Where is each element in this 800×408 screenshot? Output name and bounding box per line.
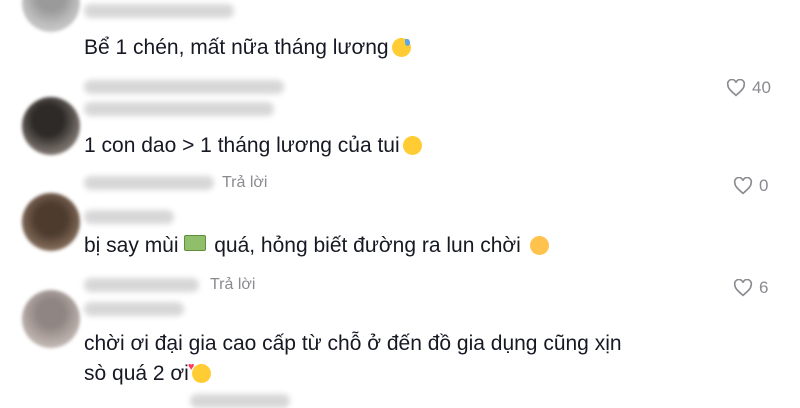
like-button[interactable]: 0 — [733, 176, 768, 196]
reply-button[interactable]: Trả lời — [210, 276, 255, 294]
reply-button[interactable]: Trả lời — [222, 174, 267, 192]
like-count: 6 — [759, 278, 769, 297]
comment-text: bị say mùi quá, hỏng biết đường ra lun c… — [84, 232, 549, 260]
username-blurred[interactable] — [84, 4, 234, 18]
username-blurred[interactable] — [84, 102, 274, 116]
comment-text-before: bị say mùi — [84, 234, 179, 257]
heart-icon — [733, 279, 753, 297]
comment-text-content: quá, hỏng biết đường ra lun chời — [214, 234, 521, 257]
like-button[interactable]: 40 — [726, 78, 771, 98]
pleading-face-emoji — [402, 136, 422, 155]
avatar[interactable] — [22, 97, 80, 155]
comment-text-content: Bể 1 chén, mất nữa tháng lương — [84, 36, 389, 59]
username-blurred[interactable] — [84, 302, 184, 316]
timestamp-blurred — [190, 394, 290, 408]
heart-icon — [726, 79, 746, 97]
money-emoji — [184, 235, 207, 251]
sweat-smile-emoji — [391, 38, 411, 57]
like-count: 40 — [752, 78, 771, 97]
username-blurred[interactable] — [84, 210, 174, 224]
avatar[interactable] — [22, 193, 80, 251]
comment-text: 1 con dao > 1 tháng lương của tui — [84, 132, 422, 160]
flushed-face-emoji — [529, 236, 549, 255]
comment-text-line2: sò quá 2 ơi — [84, 358, 211, 388]
comment-text-line1: chời ơi đại gia cao cấp từ chỗ ở đến đồ … — [84, 332, 622, 355]
comment-text: Bể 1 chén, mất nữa tháng lương — [84, 34, 411, 62]
comment-text-content: sò quá 2 ơi — [84, 362, 189, 385]
timestamp-blurred — [84, 176, 214, 190]
avatar[interactable] — [22, 0, 80, 32]
comment-text-content: 1 con dao > 1 tháng lương của tui — [84, 134, 400, 157]
timestamp-blurred — [84, 278, 199, 292]
smiling-hearts-emoji — [188, 358, 211, 383]
like-count: 0 — [759, 176, 769, 195]
username-blurred[interactable] — [84, 80, 284, 94]
like-button[interactable]: 6 — [733, 278, 768, 298]
heart-icon — [733, 177, 753, 195]
avatar[interactable] — [22, 290, 80, 348]
